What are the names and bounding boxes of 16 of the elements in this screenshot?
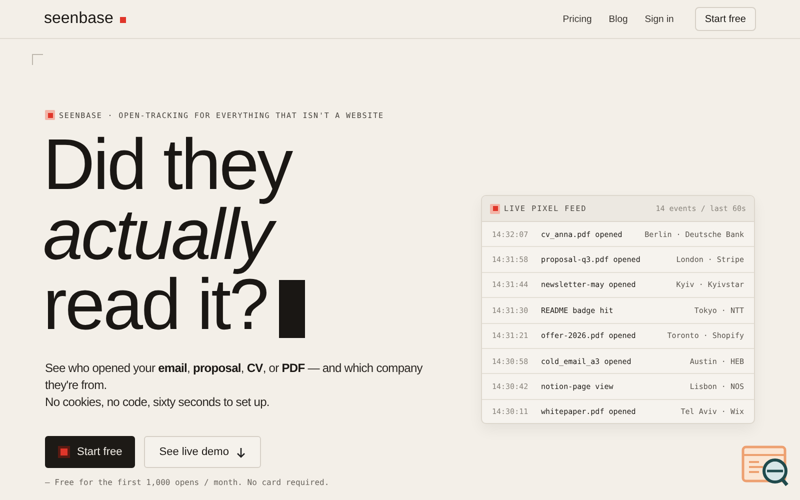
start-free-button[interactable]: Start free bbox=[45, 436, 136, 468]
square-icon bbox=[45, 110, 55, 120]
live-demo-button[interactable]: See live demo bbox=[144, 436, 261, 468]
logo[interactable]: seenbase bbox=[44, 10, 114, 28]
arrow-down-icon bbox=[236, 446, 246, 458]
description: No cookies, no code, sixty seconds to set up. bbox=[45, 394, 270, 411]
logo-square-icon bbox=[120, 17, 126, 23]
corner-mark-icon bbox=[32, 54, 43, 65]
nav-link[interactable]: Sign in bbox=[644, 14, 674, 24]
square-icon bbox=[58, 446, 70, 458]
nav-link[interactable]: Blog bbox=[608, 14, 628, 24]
nav-link[interactable]: Pricing bbox=[562, 14, 592, 24]
start-free-button[interactable]: Start free bbox=[694, 7, 756, 31]
live-square-icon bbox=[490, 204, 500, 214]
footnote: — Free for the first 1,000 opens / month. No card required. bbox=[45, 478, 330, 487]
description: See who opened your email, proposal, CV, or PDF — and which company they're from. bbox=[45, 360, 424, 394]
